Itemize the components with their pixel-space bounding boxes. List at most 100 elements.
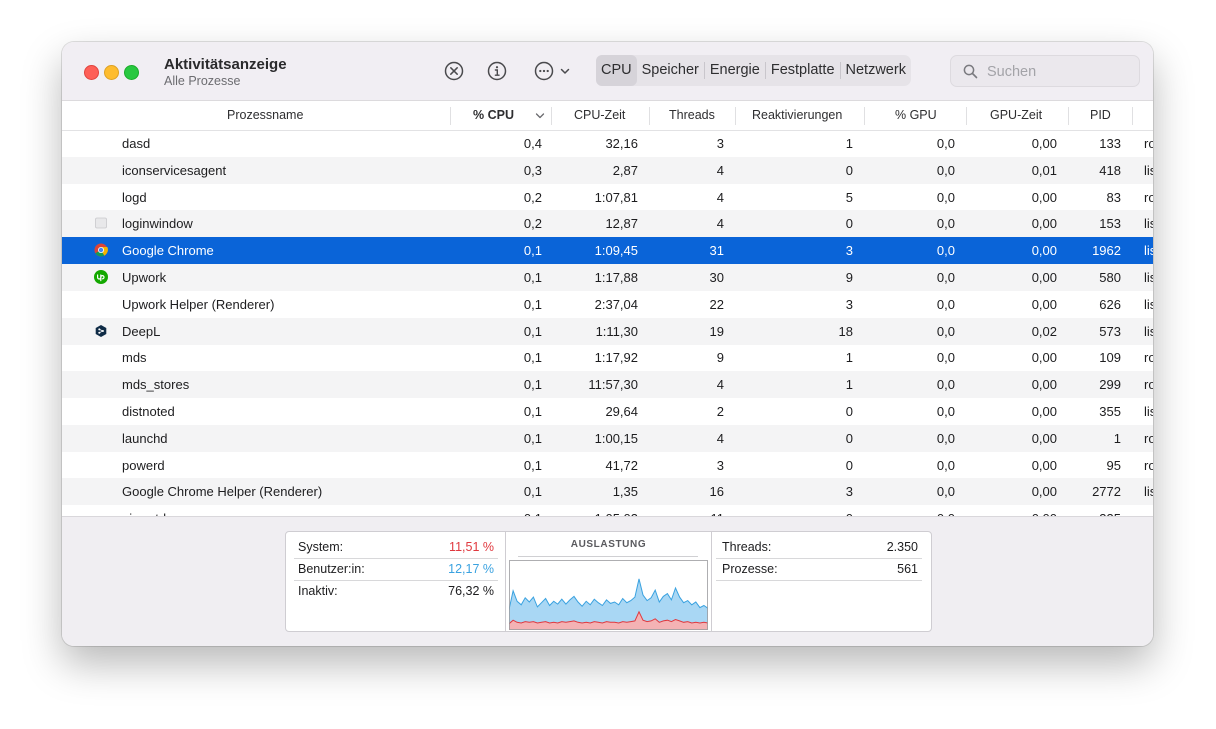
more-actions-button[interactable] <box>531 60 573 82</box>
cpu-cell: 0,2 <box>523 216 542 232</box>
pid-cell: 109 <box>1099 350 1121 366</box>
table-row[interactable]: powerd 0,1 41,72 3 0 0,0 0,00 95 ro <box>62 452 1153 479</box>
wakeups-cell: 18 <box>838 323 853 339</box>
tab-energie[interactable]: Energie <box>705 55 765 86</box>
search-icon <box>963 64 978 79</box>
column-header-wakeups[interactable]: Reaktivierungen <box>752 101 842 130</box>
gpu-time-cell: 0,00 <box>1031 270 1057 285</box>
threads-cell: 4 <box>716 216 724 232</box>
gpu-cell: 0,0 <box>936 136 955 151</box>
gpu-cell: 0,0 <box>936 323 955 339</box>
chart-title: AUSLASTUNG <box>570 539 647 550</box>
pid-cell: 355 <box>1099 404 1121 419</box>
gpu-time-cell: 0,00 <box>1031 136 1057 151</box>
process-name-cell: iconservicesagent <box>122 162 227 178</box>
chrome-icon <box>94 243 108 257</box>
user-load-row: Benutzer:in: 12,17 % <box>298 558 494 580</box>
process-name-cell: mds <box>122 350 147 366</box>
threads-cell: 11 <box>650 505 725 516</box>
gpu-time-cell: 0,00 <box>1031 457 1057 473</box>
tab-netzwerk[interactable]: Netzwerk <box>841 55 911 86</box>
user-cell: lis <box>1144 243 1153 259</box>
column-header-gpu-time[interactable]: GPU-Zeit <box>990 101 1042 130</box>
table-row[interactable]: dasd 0,4 32,16 3 1 0,0 0,00 133 ro <box>62 130 1153 157</box>
gpu-cell: 0,0 <box>867 505 955 516</box>
gpu-time-cell: 0,00 <box>1031 296 1057 312</box>
cpu-time-cell: 32,16 <box>605 136 638 151</box>
cpu-summary-panel: System: 11,51 % Benutzer:in: 12,17 % Ina… <box>62 516 1153 646</box>
user-cell: lis <box>1144 296 1153 312</box>
table-row[interactable]: Google Chrome 0,1 1:09,45 31 3 0,0 0,00 1962 lis <box>62 237 1153 265</box>
pid-cell: 573 <box>1099 323 1121 339</box>
tab-speicher[interactable]: Speicher <box>637 55 704 86</box>
tab-festplatte[interactable]: Festplatte <box>766 55 840 86</box>
cpu-time-cell: 1:17,88 <box>594 270 638 285</box>
threads-cell: 3 <box>716 457 724 473</box>
column-header-cpu-time[interactable]: CPU-Zeit <box>574 101 625 130</box>
upwork-icon <box>94 270 108 284</box>
idle-value: 76,32 % <box>448 584 494 598</box>
zoom-window-button[interactable] <box>124 65 139 80</box>
cpu-time-cell: 2,87 <box>612 162 638 178</box>
cpu-cell: 0,1 <box>523 296 542 312</box>
process-name-cell: DeepL <box>122 323 161 339</box>
wakeups-cell: 1 <box>845 377 853 393</box>
table-row[interactable]: DeepL 0,1 1:11,30 19 18 0,0 0,02 573 lis <box>62 317 1153 345</box>
table-row[interactable]: iconservicesagent 0,3 2,87 4 0 0,0 0,01 418 lis <box>62 156 1153 184</box>
table-row[interactable]: launchd 0,1 1:00,15 4 0 0,0 0,00 1 ro <box>62 424 1153 452</box>
column-header-cpu[interactable]: % CPU <box>473 101 514 130</box>
gpu-cell: 0,0 <box>936 430 955 446</box>
column-header-process-name[interactable]: Prozessname <box>227 101 303 130</box>
gpu-cell: 0,0 <box>936 484 955 500</box>
threads-cell: 4 <box>716 430 724 446</box>
process-name-cell: Upwork <box>122 270 167 285</box>
close-window-button[interactable] <box>84 65 99 80</box>
cpu-cell: 0,2 <box>523 189 542 205</box>
cpu-time-cell: 1:11,30 <box>595 323 638 339</box>
ellipsis-circle-icon <box>534 61 553 81</box>
table-row[interactable]: mds_stores 0,1 11:57,30 4 1 0,0 0,00 299 ro <box>62 371 1153 399</box>
process-name-cell: Google Chrome <box>122 243 214 259</box>
column-header-threads[interactable]: Threads <box>669 101 715 130</box>
gpu-time-cell: 0,00 <box>1031 216 1057 232</box>
column-header-gpu[interactable]: % GPU <box>895 101 937 130</box>
table-row[interactable]: airportd 0,1 1:05,03 11 0 0,0 0,00 335 ro <box>62 505 1153 516</box>
cpu-load-graph <box>509 560 708 630</box>
column-divider <box>1068 107 1069 125</box>
pid-cell: 133 <box>1099 136 1121 151</box>
stop-process-button[interactable] <box>442 60 466 82</box>
wakeups-cell: 3 <box>845 484 853 500</box>
table-row[interactable]: Google Chrome Helper (Renderer) 0,1 1,35 16… <box>62 478 1153 506</box>
wakeups-cell: 9 <box>845 270 853 285</box>
search-input[interactable] <box>985 62 1137 82</box>
user-cell: lis <box>1144 323 1153 339</box>
user-cell: ro <box>1144 457 1153 473</box>
process-name-cell: Upwork Helper (Renderer) <box>122 296 275 312</box>
pid-cell: 1 <box>1113 430 1121 446</box>
gpu-cell: 0,0 <box>936 457 955 473</box>
wakeups-cell: 0 <box>845 216 853 232</box>
info-button[interactable] <box>485 60 509 82</box>
minimize-window-button[interactable] <box>104 65 119 80</box>
gpu-time-cell: 0,00 <box>1031 377 1057 393</box>
process-name-cell: mds_stores <box>122 377 190 393</box>
table-row[interactable]: loginwindow 0,2 12,87 4 0 0,0 0,00 153 lis <box>62 210 1153 238</box>
table-row[interactable]: mds 0,1 1:17,92 9 1 0,0 0,00 109 ro <box>62 344 1153 371</box>
table-row[interactable]: logd 0,2 1:07,81 4 5 0,0 0,00 83 ro <box>62 184 1153 211</box>
table-row[interactable]: Upwork Helper (Renderer) 0,1 2:37,04 22 3 0,0… <box>62 291 1153 318</box>
user-cell: lis <box>1144 216 1153 232</box>
table-row[interactable]: Upwork 0,1 1:17,88 30 9 0,0 0,00 580 lis <box>62 264 1153 291</box>
search-field[interactable] <box>950 55 1140 87</box>
user-cell: ro <box>1144 136 1153 151</box>
cpu-cell: 0,1 <box>523 270 542 285</box>
table-row[interactable]: distnoted 0,1 29,64 2 0 0,0 0,00 355 lis <box>62 398 1153 425</box>
gpu-time-cell: 0,02 <box>1031 323 1057 339</box>
cpu-cell: 0,3 <box>523 162 542 178</box>
column-header-pid[interactable]: PID <box>1090 101 1111 130</box>
pid-cell: 2772 <box>1092 484 1121 500</box>
wakeups-cell: 3 <box>845 296 853 312</box>
cpu-time-cell: 1:00,15 <box>594 430 638 446</box>
threads-row: Threads: 2.350 <box>722 536 918 558</box>
user-cell: ro <box>1144 377 1153 393</box>
tab-cpu[interactable]: CPU <box>596 55 637 86</box>
